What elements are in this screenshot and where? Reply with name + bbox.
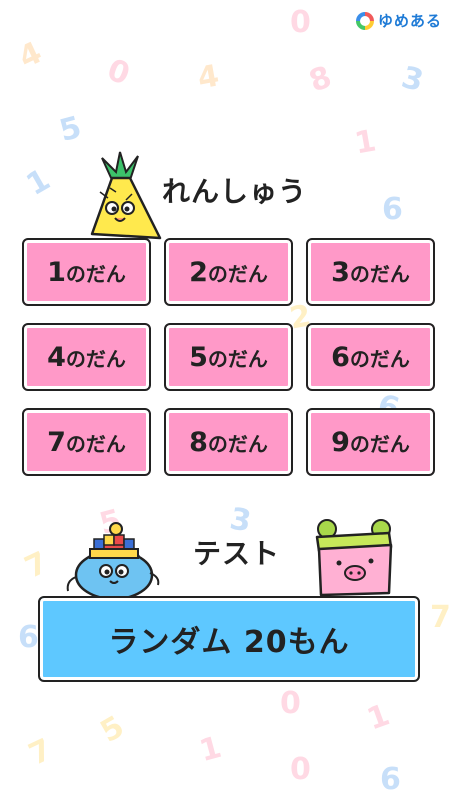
yumearu-logo-icon <box>355 11 374 30</box>
level-suffix: のだん <box>349 431 410 456</box>
pink-pig-character-icon <box>315 519 393 597</box>
level-number: 9 <box>331 426 350 458</box>
pineapple-character-icon <box>90 151 162 240</box>
level-button-1[interactable]: 1 のだん <box>22 238 151 306</box>
blue-blob-character-icon <box>66 522 160 600</box>
level-suffix: のだん <box>65 431 126 456</box>
level-number: 2 <box>189 256 208 288</box>
brand-name: ゆめある <box>377 12 442 30</box>
level-button-6[interactable]: 6 のだん <box>306 323 435 391</box>
level-button-4[interactable]: 4 のだん <box>22 323 151 391</box>
level-suffix: のだん <box>207 261 268 286</box>
level-button-2[interactable]: 2 のだん <box>164 238 293 306</box>
level-number: 1 <box>47 256 66 288</box>
level-number: 5 <box>189 341 208 373</box>
level-suffix: のだん <box>349 346 410 371</box>
level-number: 4 <box>47 341 66 373</box>
level-suffix: のだん <box>65 346 126 371</box>
practice-grid: 1 のだん 2 のだん 3 のだん 4 のだん 5 のだん 6 のだん 7 のだん 8 のだん … <box>22 238 435 476</box>
level-number: 3 <box>331 256 350 288</box>
random-test-button[interactable]: ランダム 20もん <box>38 596 420 682</box>
level-number: 6 <box>331 341 350 373</box>
level-button-9[interactable]: 9 のだん <box>306 408 435 476</box>
level-suffix: のだん <box>349 261 410 286</box>
brand-logo: ゆめある <box>355 10 442 31</box>
level-button-3[interactable]: 3 のだん <box>306 238 435 306</box>
level-button-5[interactable]: 5 のだん <box>164 323 293 391</box>
level-suffix: のだん <box>65 261 126 286</box>
level-suffix: のだん <box>207 346 268 371</box>
level-button-8[interactable]: 8 のだん <box>164 408 293 476</box>
test-title: テスト <box>193 537 281 570</box>
level-number: 8 <box>189 426 208 458</box>
practice-title: れんしゅう <box>162 175 308 208</box>
level-button-7[interactable]: 7 のだん <box>22 408 151 476</box>
level-suffix: のだん <box>207 431 268 456</box>
level-number: 7 <box>47 426 66 458</box>
